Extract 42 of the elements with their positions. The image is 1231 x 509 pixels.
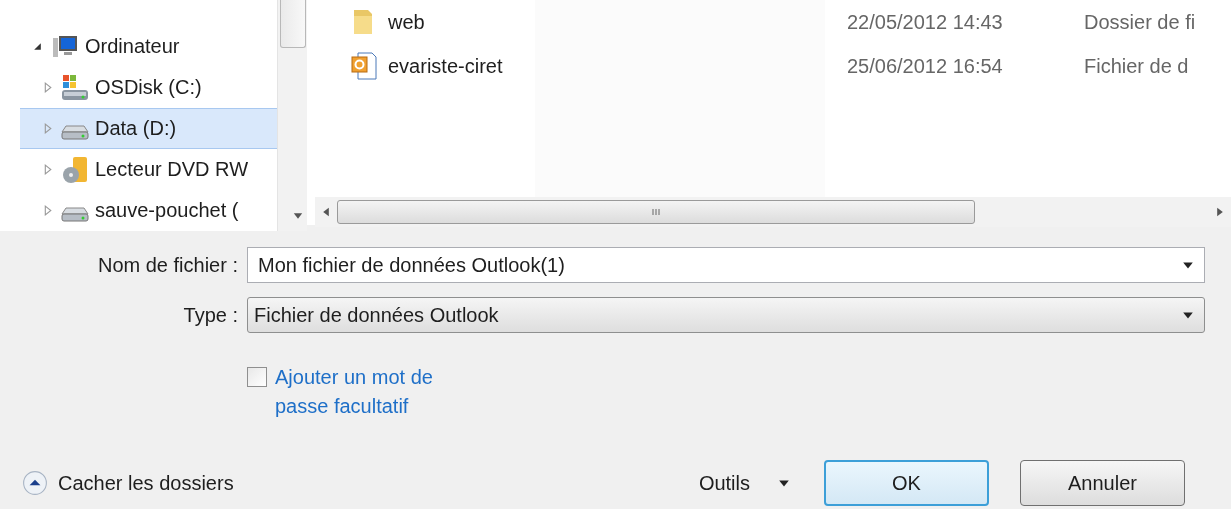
disc-drive-icon: [61, 155, 89, 184]
tree-label: Data (D:): [95, 117, 177, 140]
tree-label: Ordinateur: [85, 35, 180, 58]
tree-item[interactable]: Lecteur DVD RW: [20, 149, 277, 190]
expand-arrow-icon[interactable]: [42, 123, 53, 134]
collapse-icon: [22, 470, 48, 496]
hide-folders-button[interactable]: Cacher les dossiers: [22, 470, 234, 496]
field-label: Nom de fichier :: [96, 253, 239, 277]
expand-arrow-icon[interactable]: [42, 205, 53, 216]
file-type: Fichier de d: [1084, 54, 1190, 78]
tree-label: Lecteur DVD RW: [95, 158, 248, 181]
drive-icon: [61, 125, 89, 140]
tree-item[interactable]: sauve-pouchet (: [20, 190, 277, 231]
file-name-field[interactable]: Mon fichier de données Outlook(1): [247, 247, 1205, 283]
file-name[interactable]: web: [388, 10, 425, 34]
collapse-arrow-icon[interactable]: [32, 41, 43, 52]
ok-button[interactable]: OK: [824, 460, 989, 506]
tree-item[interactable]: Data (D:): [20, 108, 277, 149]
drive-icon: [61, 207, 89, 222]
tools-menu[interactable]: Outils: [698, 471, 790, 495]
cancel-button[interactable]: Annuler: [1020, 460, 1185, 506]
tree-label: OSDisk (C:): [95, 76, 202, 99]
file-date: 22/05/2012 14:43: [847, 10, 1004, 34]
tree-label: sauve-pouchet (: [95, 199, 239, 222]
system-drive-icon: [61, 73, 89, 102]
expand-arrow-icon[interactable]: [42, 164, 53, 175]
tree-item[interactable]: Ordinateur: [20, 26, 277, 67]
horizontal-scrollbar[interactable]: [315, 197, 1231, 227]
checkbox-label[interactable]: Ajouter un mot de passe facultatif: [275, 363, 475, 421]
field-label: Type :: [182, 303, 239, 327]
checkbox[interactable]: [247, 367, 267, 387]
tree-item[interactable]: OSDisk (C:): [20, 67, 277, 108]
file-name[interactable]: evariste-ciret: [388, 54, 503, 78]
scroll-thumb[interactable]: [337, 200, 975, 224]
data-file-icon: [350, 52, 378, 80]
file-type: Dossier de fi: [1084, 10, 1197, 34]
grip-icon: [652, 209, 660, 215]
expand-arrow-icon[interactable]: [42, 82, 53, 93]
scroll-thumb[interactable]: [279, 0, 306, 48]
file-date: 25/06/2012 16:54: [847, 54, 1004, 78]
vertical-scrollbar[interactable]: [277, 0, 307, 231]
file-type-dropdown[interactable]: Fichier de données Outlook: [247, 297, 1205, 333]
